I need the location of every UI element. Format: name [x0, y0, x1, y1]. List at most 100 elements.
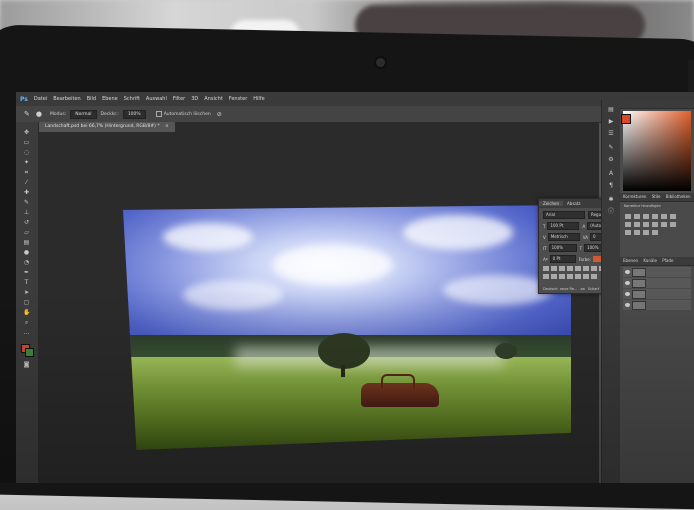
menu-datei[interactable]: Datei — [34, 96, 47, 102]
menu-auswahl[interactable]: Auswahl — [146, 96, 167, 102]
visibility-eye-icon[interactable] — [625, 292, 630, 296]
layer-row[interactable] — [623, 278, 691, 288]
invert-button[interactable] — [670, 222, 676, 227]
language-select[interactable]: Deutsch: neue Re... — [543, 287, 577, 291]
stamp-tool-icon[interactable]: ⊥ — [23, 210, 30, 216]
brush-tool-icon[interactable]: ✎ — [24, 110, 30, 118]
menu-3d[interactable]: 3D — [191, 96, 198, 102]
character-panel-icon[interactable]: A — [607, 170, 615, 177]
tab-channels[interactable]: Kanäle — [643, 258, 657, 263]
black-white-button[interactable] — [634, 222, 640, 227]
tab-libraries[interactable]: Bibliotheken — [666, 194, 691, 199]
crop-tool-icon[interactable]: ⌗ — [23, 170, 30, 176]
brightness-button[interactable] — [625, 214, 631, 219]
brush-preset-icon[interactable]: ● — [36, 110, 42, 118]
history-panel-icon[interactable]: ▤ — [607, 106, 615, 113]
quick-select-tool-icon[interactable]: ✦ — [23, 160, 30, 166]
type-tool-icon[interactable]: T — [23, 280, 30, 286]
curves-button[interactable] — [643, 214, 649, 219]
gradient-map-button[interactable] — [643, 230, 649, 235]
properties-panel-icon[interactable]: ☰ — [607, 130, 615, 137]
faux-bold-button[interactable] — [543, 266, 549, 271]
color-panel-swatch[interactable] — [621, 114, 631, 124]
document-tab[interactable]: Landschaft.psd bei 66,7% (Hintergrund, R… — [39, 122, 175, 132]
document-area[interactable]: Landschaft.psd bei 66,7% (Hintergrund, R… — [39, 122, 632, 483]
menu-hilfe[interactable]: Hilfe — [253, 96, 264, 102]
tab-paragraph[interactable]: Absatz — [563, 201, 584, 206]
brush-panel-icon[interactable]: ✎ — [607, 144, 615, 151]
menu-filter[interactable]: Filter — [173, 96, 185, 102]
faux-italic-button[interactable] — [551, 266, 557, 271]
menu-bearbeiten[interactable]: Bearbeiten — [53, 96, 80, 102]
history-brush-tool-icon[interactable]: ↺ — [23, 220, 30, 226]
glyphs-panel-icon[interactable]: ✱ — [607, 196, 615, 203]
eyedropper-tool-icon[interactable]: ⁄ — [23, 180, 30, 186]
font-family-select[interactable]: Arial — [543, 211, 585, 219]
titling-button[interactable] — [575, 274, 581, 279]
brush-tool-sidebar-icon[interactable]: ✎ — [23, 200, 30, 206]
dodge-tool-icon[interactable]: ◔ — [23, 260, 30, 266]
hand-tool-icon[interactable]: ✋ — [23, 310, 30, 316]
photo-filter-button[interactable] — [643, 222, 649, 227]
hue-sat-button[interactable] — [670, 214, 676, 219]
posterize-button[interactable] — [625, 230, 631, 235]
blur-tool-icon[interactable]: ● — [23, 250, 30, 256]
mode-select[interactable]: Normal — [70, 109, 97, 119]
antialias-select[interactable]: Scharf — [588, 287, 599, 291]
vscale-field[interactable]: 100% — [548, 244, 577, 252]
pressure-icon[interactable]: ⊘ — [217, 111, 222, 118]
layer-row[interactable] — [623, 289, 691, 299]
vibrance-button[interactable] — [661, 214, 667, 219]
tab-character[interactable]: Zeichen — [539, 201, 564, 206]
ordinal-button[interactable] — [583, 274, 589, 279]
canvas-image[interactable] — [123, 205, 571, 450]
selective-color-button[interactable] — [652, 230, 658, 235]
font-size-field[interactable]: 100 Pt — [547, 222, 580, 230]
visibility-eye-icon[interactable] — [625, 281, 630, 285]
small-caps-button[interactable] — [567, 266, 573, 271]
paragraph-panel-icon[interactable]: ¶ — [607, 182, 615, 189]
menu-schrift[interactable]: Schrift — [124, 96, 140, 102]
color-lookup-button[interactable] — [661, 222, 667, 227]
stylistic-button[interactable] — [567, 274, 573, 279]
opacity-field[interactable]: 100% — [122, 109, 146, 119]
clone-source-panel-icon[interactable]: ⚙ — [607, 156, 615, 163]
menu-fenster[interactable]: Fenster — [229, 96, 248, 102]
underline-button[interactable] — [591, 266, 597, 271]
shape-tool-icon[interactable]: ▢ — [23, 300, 30, 306]
visibility-eye-icon[interactable] — [625, 270, 630, 274]
background-color-swatch[interactable] — [25, 348, 34, 357]
channel-mixer-button[interactable] — [652, 222, 658, 227]
visibility-eye-icon[interactable] — [625, 303, 630, 307]
tab-layers[interactable]: Ebenen — [623, 258, 638, 263]
tab-styles[interactable]: Stile — [652, 194, 661, 199]
menu-bild[interactable]: Bild — [87, 96, 96, 102]
color-picker-field[interactable] — [623, 111, 691, 191]
healing-tool-icon[interactable]: ✚ — [23, 190, 30, 196]
layer-row[interactable] — [623, 300, 691, 310]
swash-button[interactable] — [559, 274, 565, 279]
quick-mask-icon[interactable]: ◙ — [23, 362, 30, 368]
tab-adjustments[interactable]: Korrekturen — [623, 194, 646, 199]
color-balance-button[interactable] — [625, 222, 631, 227]
lasso-tool-icon[interactable]: ◌ — [23, 150, 30, 156]
move-tool-icon[interactable]: ✥ — [23, 130, 30, 136]
close-icon[interactable]: × — [165, 124, 169, 129]
marquee-tool-icon[interactable]: ▭ — [23, 140, 30, 146]
info-panel-icon[interactable]: ⓘ — [607, 208, 615, 215]
auto-erase-checkbox[interactable] — [155, 111, 162, 117]
eraser-tool-icon[interactable]: ▱ — [23, 230, 30, 236]
fraction-button[interactable] — [591, 274, 597, 279]
superscript-button[interactable] — [575, 266, 581, 271]
more-tools-icon[interactable]: … — [23, 330, 30, 336]
gradient-tool-icon[interactable]: ▤ — [23, 240, 30, 246]
tab-paths[interactable]: Pfade — [662, 258, 673, 263]
levels-button[interactable] — [634, 214, 640, 219]
path-select-tool-icon[interactable]: ➤ — [23, 290, 30, 296]
zoom-tool-icon[interactable]: ⌕ — [23, 320, 30, 326]
threshold-button[interactable] — [634, 230, 640, 235]
ligature-button[interactable] — [543, 274, 549, 279]
kerning-field[interactable]: Metrisch — [547, 233, 580, 241]
subscript-button[interactable] — [583, 266, 589, 271]
actions-panel-icon[interactable]: ▶ — [607, 118, 615, 125]
